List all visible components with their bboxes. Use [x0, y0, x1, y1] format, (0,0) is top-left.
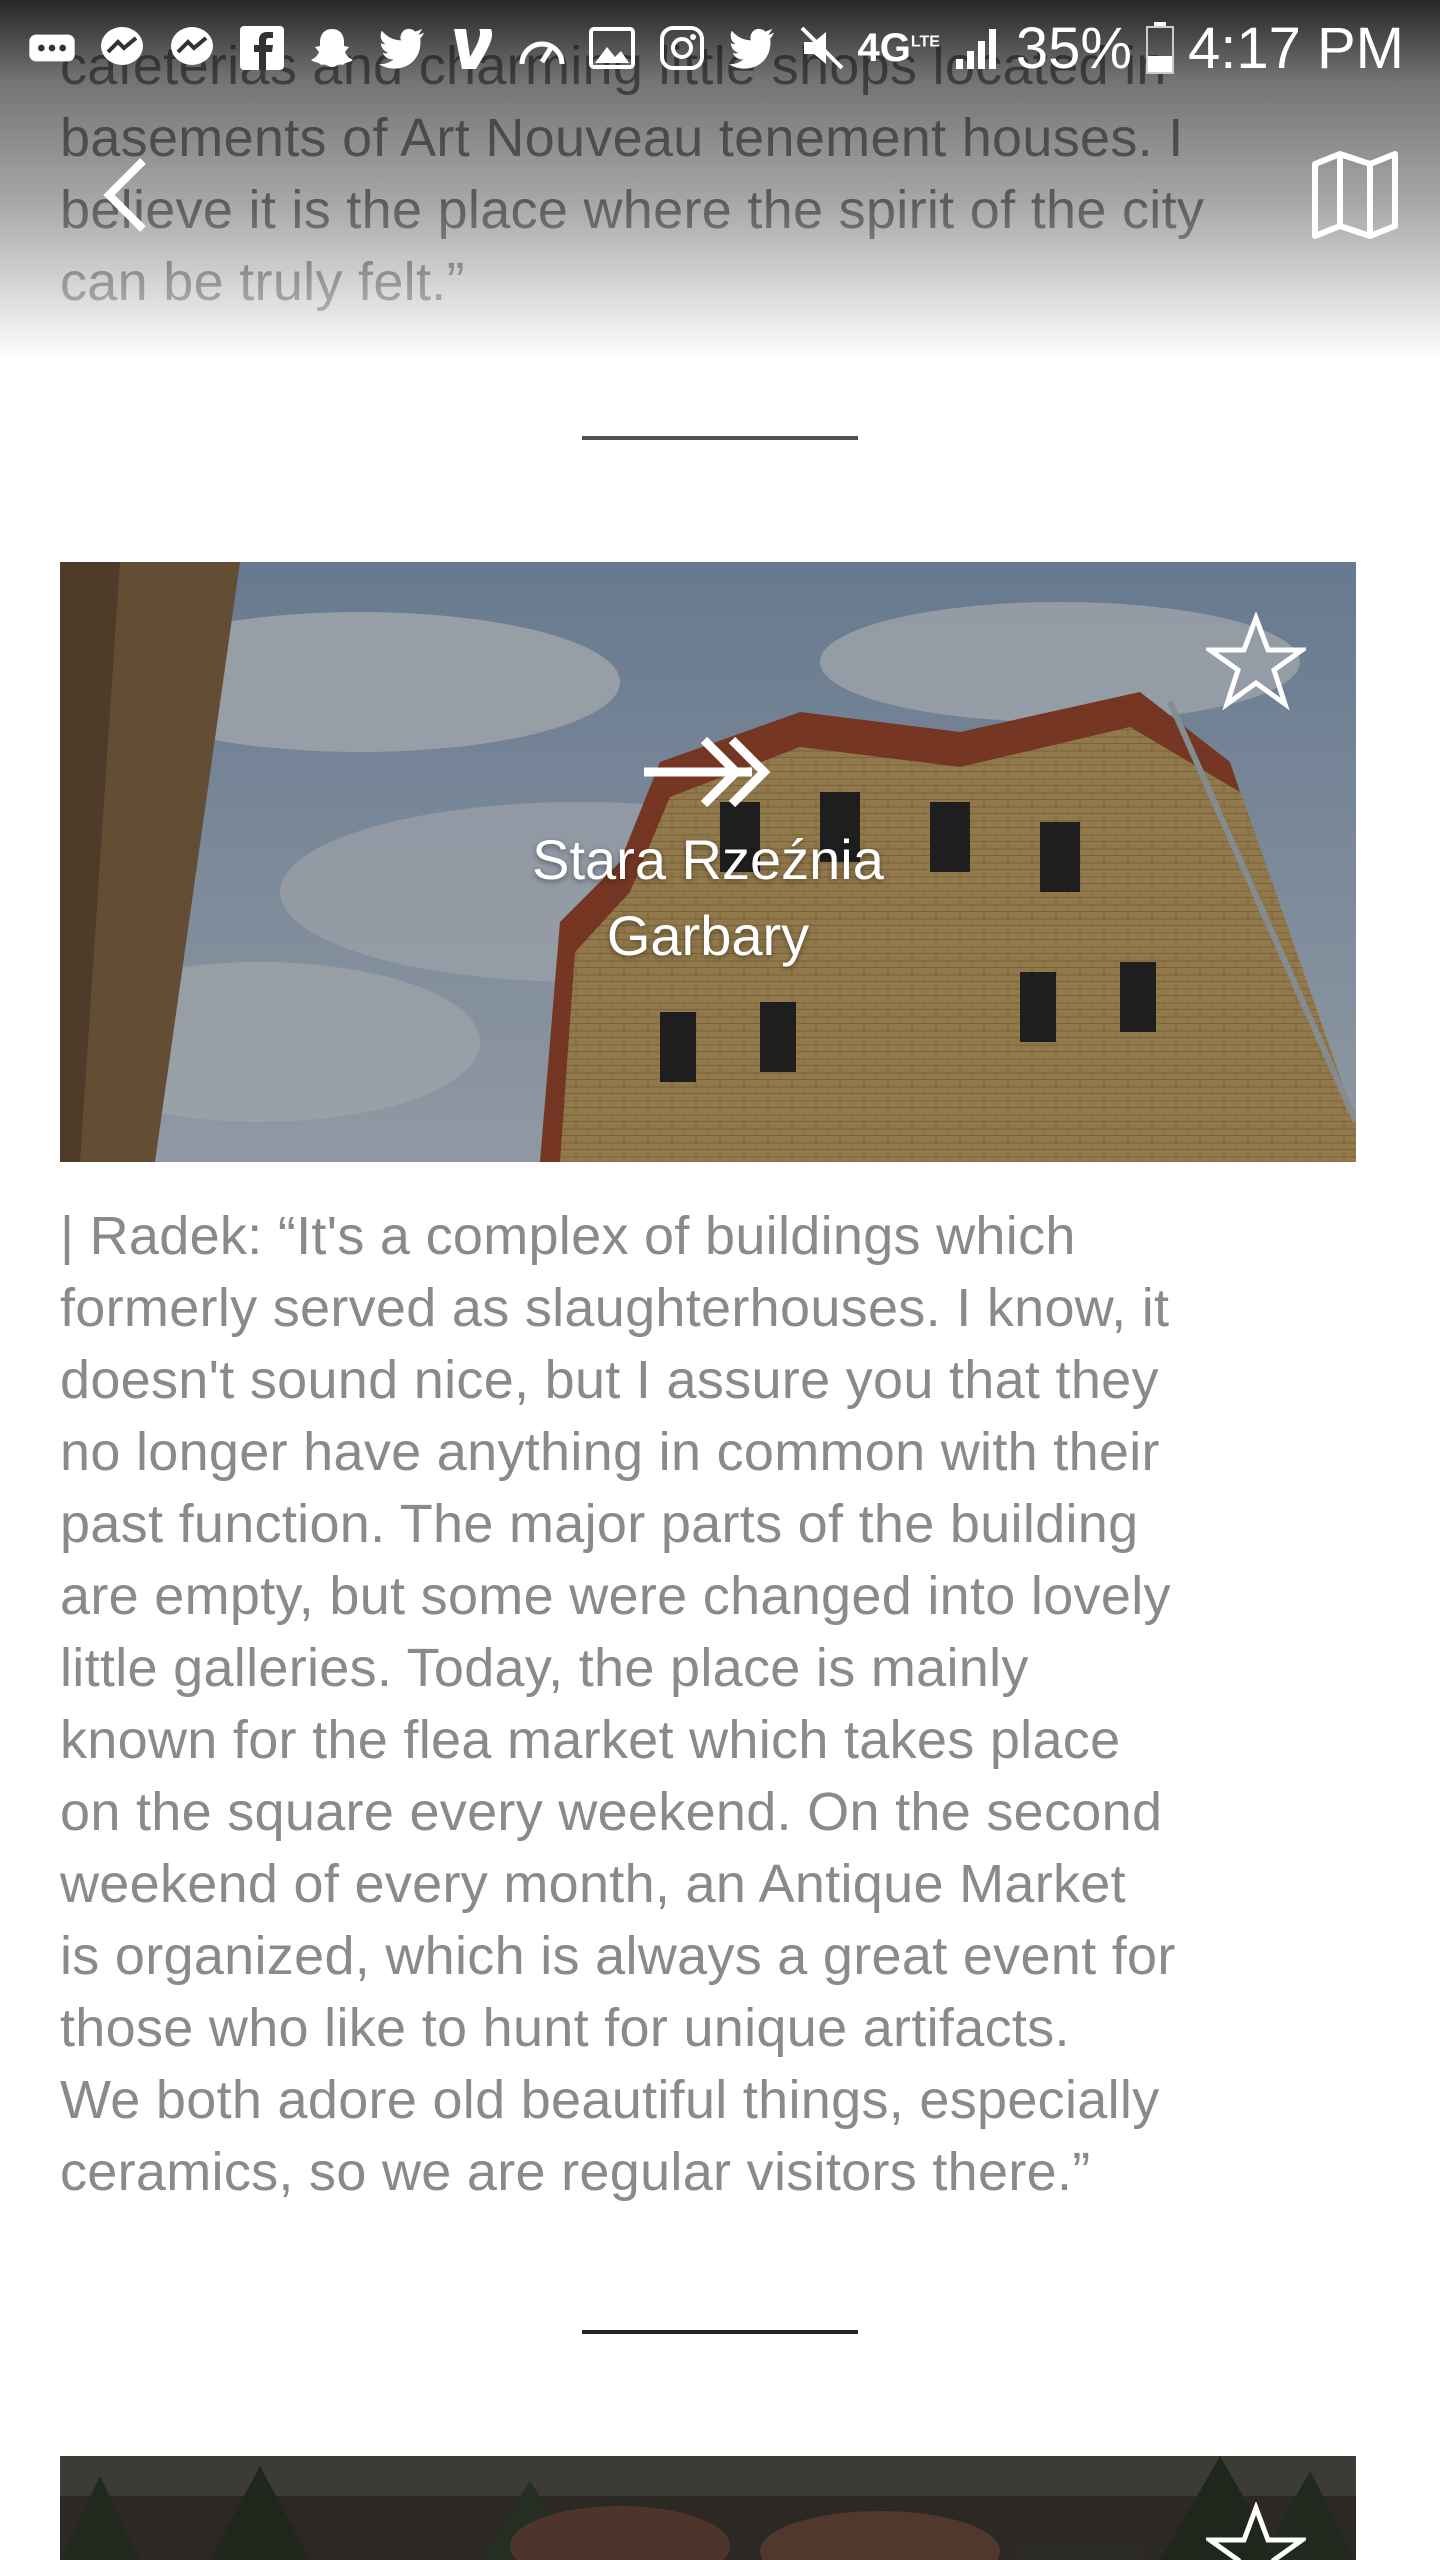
signal-icon: [955, 29, 996, 69]
map-button[interactable]: [1300, 140, 1410, 250]
place-district: Garbary: [606, 904, 810, 967]
facebook-icon: [238, 24, 286, 72]
more-icon: [28, 24, 76, 72]
battery-icon: [1146, 22, 1174, 74]
twitter-icon: [378, 24, 426, 72]
battery-percent: 35%: [1015, 15, 1132, 81]
twitter-icon: [728, 24, 776, 72]
speedometer-icon: [518, 24, 566, 72]
status-right: 4GLTE 35% 4:17 PM: [858, 15, 1404, 82]
place-description: | Radek: “It's a complex of buildings wh…: [60, 1200, 1350, 2208]
photo-overlay: [60, 2456, 1356, 2560]
double-arrow-right-icon[interactable]: [642, 732, 772, 812]
network-indicator: 4GLTE: [858, 26, 940, 71]
next-place-card[interactable]: [60, 2456, 1356, 2560]
back-button[interactable]: [70, 140, 180, 250]
chevron-left-icon: [103, 158, 146, 232]
map-icon: [1312, 151, 1398, 239]
venmo-icon: [448, 24, 496, 72]
mute-icon: [798, 24, 846, 72]
status-bar: 4GLTE 35% 4:17 PM: [0, 0, 1440, 96]
gallery-icon: [588, 24, 636, 72]
place-card[interactable]: Stara Rzeźnia Garbary: [60, 562, 1356, 1162]
place-description-paragraph: | Radek: “It's a complex of buildings wh…: [60, 1206, 1176, 2202]
favorite-star-icon[interactable]: [1206, 2502, 1306, 2560]
place-name: Stara Rzeźnia: [532, 828, 884, 891]
favorite-star-icon[interactable]: [1206, 612, 1306, 712]
snapchat-icon: [308, 24, 356, 72]
notification-icons: [28, 24, 846, 72]
section-divider: [582, 436, 858, 440]
network-type: 4G: [857, 25, 911, 70]
messenger-icon: [98, 24, 146, 72]
place-title[interactable]: Stara Rzeźnia Garbary: [60, 822, 1356, 974]
instagram-icon: [658, 24, 706, 72]
messenger-icon: [168, 24, 216, 72]
section-divider: [582, 2330, 858, 2334]
network-subtype: LTE: [910, 33, 940, 51]
clock: 4:17 PM: [1188, 15, 1404, 81]
